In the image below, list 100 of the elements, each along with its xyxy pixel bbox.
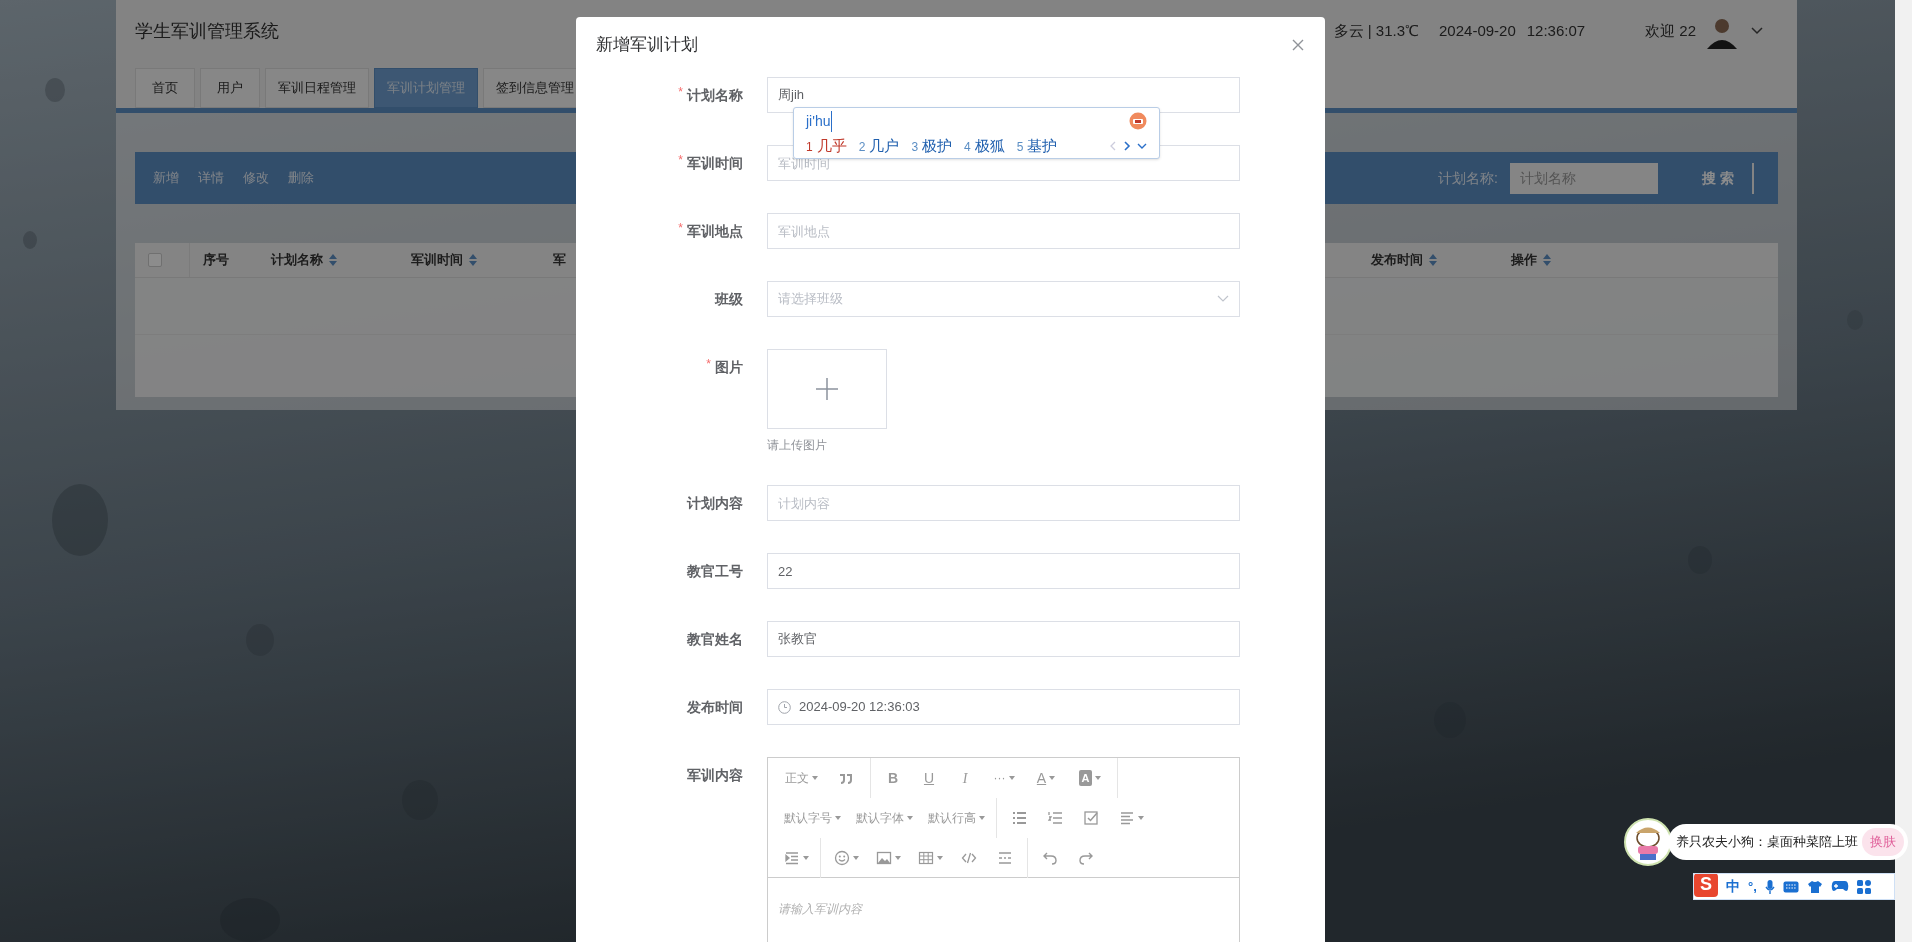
field-label: 计划内容 — [687, 493, 743, 513]
tip-text[interactable]: 养只农夫小狗：桌面种菜陪上班 — [1676, 832, 1858, 852]
field-label: 班级 — [715, 289, 743, 309]
date-text: 2024-09-20 — [1439, 20, 1516, 41]
caret-icon — [1137, 816, 1144, 820]
chevron-down-icon[interactable] — [1750, 26, 1764, 36]
time-text: 12:36:07 — [1526, 20, 1586, 41]
column-header: 计划名称 — [271, 251, 323, 270]
toolbar-button[interactable]: 默认字号 — [776, 800, 848, 836]
column-header: 发布时间 — [1371, 251, 1423, 270]
toolbar-button[interactable]: B — [875, 760, 911, 796]
date-time-field[interactable]: 2024-09-20 12:36:03 — [767, 689, 1240, 725]
column-header: 操作 — [1511, 251, 1537, 270]
table-icon — [917, 849, 934, 866]
emoji-icon — [833, 849, 850, 866]
sort-icon[interactable] — [329, 254, 337, 266]
field-label: 发布时间 — [687, 697, 743, 717]
image-icon — [875, 849, 892, 866]
column-header: 军 — [553, 251, 566, 270]
toolbar-button[interactable]: 修改 — [243, 168, 269, 188]
field-label: 图片 — [715, 357, 743, 377]
close-icon[interactable] — [1291, 37, 1305, 52]
caret-icon — [894, 855, 901, 860]
input-field[interactable]: 张教官 — [767, 621, 1240, 657]
previous-page-icon[interactable] — [1109, 140, 1117, 152]
bullet-list-icon — [1011, 810, 1027, 826]
toolbar-button[interactable]: 默认行高 — [920, 800, 992, 836]
required-asterisk: * — [678, 220, 683, 237]
caret-icon — [978, 816, 985, 820]
grid-icon[interactable] — [1856, 879, 1871, 894]
input-field[interactable]: 军训地点 — [767, 213, 1240, 249]
caret-icon — [1008, 776, 1015, 780]
toolbar-button[interactable]: 新增 — [153, 168, 179, 188]
toolbar-button[interactable]: I — [947, 760, 983, 796]
toolbar-button[interactable]: U — [911, 760, 947, 796]
field-label: 军训时间 — [687, 153, 743, 173]
upload-box[interactable] — [767, 349, 887, 429]
dialog-title: 新增军训计划 — [596, 33, 698, 56]
skin-button[interactable]: 换肤 — [1862, 828, 1904, 856]
select-field[interactable]: 请选择班级 — [767, 281, 1240, 317]
toolbar-button[interactable]: 正文 — [776, 760, 826, 796]
plus-icon — [815, 377, 839, 401]
nav-tab[interactable]: 军训日程管理 — [265, 68, 369, 108]
toolbar-button[interactable]: 删除 — [288, 168, 314, 188]
field-label: 计划名称 — [687, 85, 743, 105]
input-field[interactable]: 22 — [767, 553, 1240, 589]
field-label: 教官工号 — [687, 561, 743, 581]
sort-icon[interactable] — [469, 254, 477, 266]
column-header: 序号 — [203, 251, 229, 270]
toolbar-button[interactable]: ··· — [983, 760, 1025, 796]
nav-tab[interactable]: 首页 — [135, 68, 195, 108]
required-asterisk: * — [678, 84, 683, 101]
column-header: 军训时间 — [411, 251, 463, 270]
field-label: 军训内容 — [687, 765, 743, 785]
clock-icon — [778, 700, 791, 714]
upload-hint: 请上传图片 — [767, 437, 828, 453]
shirt-icon[interactable] — [1806, 879, 1823, 894]
caret-icon — [1049, 776, 1056, 780]
welcome-text: 欢迎 22 — [1645, 20, 1696, 41]
input-field[interactable]: 计划内容 — [767, 485, 1240, 521]
required-asterisk: * — [678, 152, 683, 169]
select-all-checkbox[interactable] — [148, 253, 162, 267]
toolbar-button[interactable]: A — [1067, 760, 1113, 796]
ime-logo[interactable]: S — [1694, 874, 1718, 897]
caret-icon — [802, 855, 809, 860]
text-area[interactable]: 请输入军训内容 — [768, 878, 1239, 942]
keyboard-icon[interactable] — [1782, 880, 1799, 893]
sort-icon[interactable] — [1429, 254, 1437, 266]
punctuation-toggle[interactable]: °, — [1748, 876, 1757, 897]
indent-icon — [783, 849, 800, 866]
caret-icon — [811, 776, 818, 780]
pinyin-text: ji'hu — [806, 110, 833, 132]
next-page-icon[interactable] — [1123, 140, 1131, 152]
caret-icon — [1095, 776, 1102, 780]
caret-icon — [936, 855, 943, 860]
toolbar-button[interactable]: 详情 — [198, 168, 224, 188]
toolbar-button[interactable]: A — [1025, 760, 1067, 796]
caret-icon — [834, 816, 841, 820]
checkbox-icon — [1083, 810, 1099, 826]
caret-icon — [852, 855, 859, 860]
numbered-list-icon — [1047, 810, 1063, 826]
nav-tab[interactable]: 用户 — [200, 68, 260, 108]
mascot-avatar[interactable] — [1624, 818, 1672, 866]
mode-toggle[interactable]: 中 — [1726, 876, 1740, 897]
gamepad-icon[interactable] — [1830, 880, 1849, 893]
divider-icon — [997, 849, 1013, 866]
sort-icon[interactable] — [1543, 254, 1551, 266]
expand-icon[interactable] — [1137, 142, 1147, 150]
field-label: 教官姓名 — [687, 629, 743, 649]
align-icon — [1118, 810, 1135, 826]
app-title: 学生军训管理系统 — [135, 19, 279, 43]
caret-icon — [906, 816, 913, 820]
required-asterisk: * — [706, 356, 711, 373]
weather-text: 多云 | 31.3℃ — [1333, 20, 1419, 41]
toolbar-button[interactable]: 默认字体 — [848, 800, 920, 836]
search-button[interactable]: 搜 索 — [1684, 162, 1754, 194]
mascot-icon — [1129, 112, 1147, 130]
microphone-icon[interactable] — [1764, 878, 1775, 895]
scrollbar[interactable] — [1895, 0, 1912, 942]
field-label: 军训地点 — [687, 221, 743, 241]
